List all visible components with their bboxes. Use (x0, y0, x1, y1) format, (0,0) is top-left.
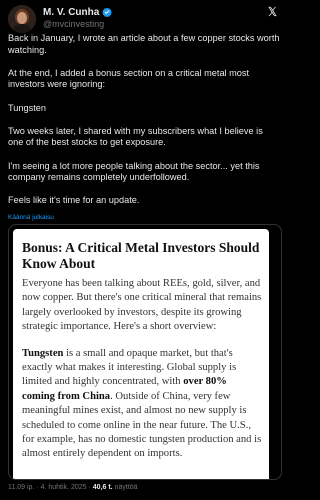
meta-separator: · (88, 484, 91, 491)
avatar[interactable] (8, 5, 36, 33)
article-content: Bonus: A Critical Metal Investors Should… (22, 240, 262, 474)
tweet-paragraph: Two weeks later, I shared with my subscr… (8, 125, 263, 148)
name-row: M. V. Cunha (43, 6, 243, 18)
tweet-header: M. V. Cunha @mvcinvesting (8, 4, 279, 36)
tweet-text: Back in January, I wrote an article abou… (8, 33, 280, 207)
tweet-paragraph: At the end, I added a bonus section on a… (8, 67, 250, 90)
article-bold-text: Tungsten (22, 347, 64, 359)
author-handle[interactable]: @mvcinvesting (43, 19, 243, 29)
avatar-image (8, 5, 36, 33)
author-block: M. V. Cunha @mvcinvesting (43, 6, 243, 29)
author-name[interactable]: M. V. Cunha (43, 7, 99, 18)
article-paragraph: Everyone has been talking about REEs, go… (22, 278, 262, 333)
meta-separator: · (36, 484, 39, 491)
post-time[interactable]: 11.09 ip. (8, 484, 34, 491)
post-date[interactable]: 4. huhtik. 2025 (41, 484, 87, 491)
tweet-paragraph: Back in January, I wrote an article abou… (8, 33, 280, 55)
tweet-paragraph: Feels like it's time for an update. (8, 195, 140, 206)
tweet-paragraph: I'm seeing a lot more people talking abo… (8, 160, 260, 183)
verified-badge-icon (102, 7, 113, 17)
article-image: Bonus: A Critical Metal Investors Should… (13, 229, 269, 479)
article-image-card[interactable]: Bonus: A Critical Metal Investors Should… (8, 224, 282, 480)
views-label: näyttöä (114, 484, 138, 491)
tweet-meta: 11.09 ip. · 4. huhtik. 2025 · 40,6 t. nä… (8, 484, 138, 491)
article-paragraph: Tungsten is a small and opaque market, b… (22, 347, 262, 462)
translate-link[interactable]: Käännä julkaisu (8, 214, 54, 221)
article-title: Bonus: A Critical Metal Investors Should… (22, 240, 260, 271)
views-count: 40,6 t. (92, 484, 113, 491)
tweet-paragraph: Tungsten (8, 102, 46, 113)
x-logo-icon[interactable] (267, 6, 278, 17)
